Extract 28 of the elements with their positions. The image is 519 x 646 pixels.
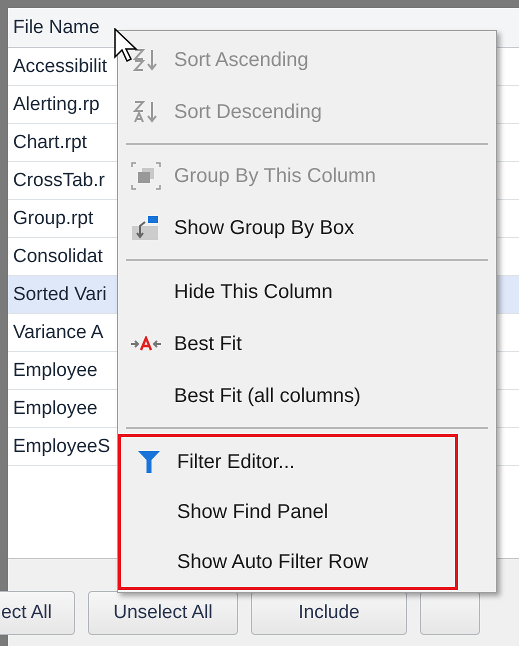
sort-ascending-icon — [133, 48, 159, 72]
file-name-cell: Consolidat — [13, 246, 103, 268]
menu-item[interactable]: Best Fit (all columns) — [118, 370, 496, 422]
menu-item[interactable]: Best Fit — [118, 318, 496, 370]
partial-button[interactable] — [420, 591, 480, 635]
file-name-cell: EmployeeS — [13, 436, 110, 458]
filter-icon — [138, 450, 160, 474]
dialog-button[interactable]: Include — [251, 591, 407, 635]
best-fit-icon — [130, 336, 162, 352]
file-name-cell: Chart.rpt — [13, 132, 87, 154]
menu-item[interactable]: Hide This Column — [118, 266, 496, 318]
file-name-cell: CrossTab.r — [13, 170, 105, 192]
dialog-button[interactable]: ect All — [0, 591, 75, 635]
file-name-cell: Employee — [13, 360, 98, 382]
sort-descending-icon — [133, 100, 159, 124]
dialog-button[interactable]: Unselect All — [88, 591, 238, 635]
file-name-cell: Group.rpt — [13, 208, 94, 230]
menu-item[interactable]: Filter Editor... — [121, 437, 455, 487]
file-name-cell: Employee — [13, 398, 98, 420]
menu-item[interactable]: Show Group By Box — [118, 202, 496, 254]
file-name-cell: Variance A — [13, 322, 104, 344]
group-box-icon — [131, 214, 161, 242]
file-name-cell: Accessibilit — [13, 56, 107, 78]
group-icon — [131, 162, 161, 190]
menu-item[interactable]: Show Find Panel — [121, 487, 455, 537]
menu-item[interactable]: Show Auto Filter Row — [121, 537, 455, 587]
file-name-cell: Sorted Vari — [13, 284, 107, 306]
file-name-cell: Alerting.rp — [13, 94, 100, 116]
